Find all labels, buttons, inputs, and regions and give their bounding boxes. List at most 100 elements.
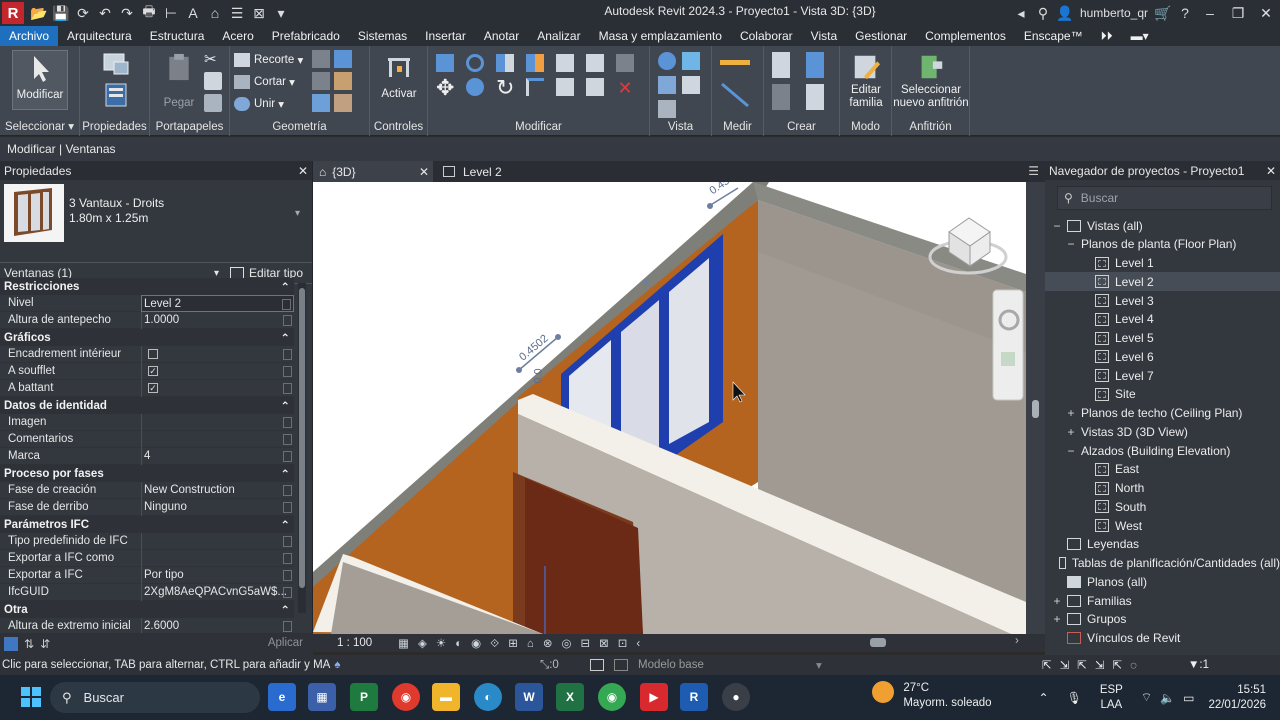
view-scale[interactable]: 1 : 100 — [337, 637, 372, 649]
tab-acero[interactable]: Acero — [213, 26, 262, 46]
demolish-icon[interactable] — [334, 72, 352, 90]
tab-analizar[interactable]: Analizar — [528, 26, 589, 46]
project-icon[interactable]: P — [350, 683, 378, 711]
share-icon[interactable]: ◂ — [1010, 2, 1032, 24]
pin-icon[interactable] — [586, 54, 604, 72]
property-section-header[interactable]: Parámetros IFC ⌃ — [0, 516, 294, 533]
properties-icon[interactable] — [100, 50, 132, 110]
cut-icon[interactable]: ✂ — [204, 50, 222, 68]
text-icon[interactable]: A — [182, 2, 204, 24]
tree-item[interactable]: + Grupos — [1045, 610, 1280, 629]
match-type-icon[interactable] — [204, 94, 222, 112]
property-value[interactable] — [141, 413, 294, 431]
collapse-icon[interactable]: ⌃ — [280, 280, 290, 294]
scroll-right-icon[interactable]: › — [1015, 635, 1019, 647]
property-value[interactable]: 4 — [141, 447, 294, 465]
restore-button[interactable]: ❐ — [1224, 0, 1252, 26]
tab-masa[interactable]: Masa y emplazamiento — [590, 26, 731, 46]
associate-parameter-icon[interactable] — [283, 348, 292, 360]
tree-item[interactable]: Planos (all) — [1045, 572, 1280, 591]
tree-item[interactable]: − Alzados (Building Elevation) — [1045, 441, 1280, 460]
copy-icon[interactable] — [204, 72, 222, 90]
weather-widget[interactable]: 27°C Mayorm. soleado — [872, 681, 992, 711]
tree-item[interactable]: Leyendas — [1045, 535, 1280, 554]
align-icon[interactable] — [436, 54, 454, 72]
dimension-label-3[interactable]: 0.0 — [533, 368, 545, 383]
tree-item[interactable]: Tablas de planificación/Cantidades (all) — [1045, 554, 1280, 573]
tray-expand-icon[interactable]: ⌃ — [1039, 691, 1049, 705]
undo-icon[interactable]: ↶ — [94, 2, 116, 24]
tree-item[interactable]: + Familias — [1045, 591, 1280, 610]
ribbon-toggle-icon[interactable]: ▬▾ — [1122, 26, 1158, 46]
tab-estructura[interactable]: Estructura — [141, 26, 214, 46]
measure-tools-icon[interactable] — [718, 54, 758, 110]
tree-item[interactable]: North — [1045, 479, 1280, 498]
property-section-header[interactable]: Gráficos ⌃ — [0, 329, 294, 346]
tree-item[interactable]: Vínculos de Revit — [1045, 629, 1280, 648]
hammer-icon[interactable] — [334, 94, 352, 112]
associate-parameter-icon[interactable] — [283, 433, 292, 445]
language-indicator[interactable]: ESP LAA — [1100, 683, 1123, 713]
user-name[interactable]: humberto_qr — [1076, 6, 1152, 20]
close-browser-icon[interactable]: ✕ — [1266, 164, 1276, 178]
tree-item[interactable]: Level 2 — [1045, 272, 1280, 292]
expand-icon[interactable]: + — [1051, 594, 1063, 608]
property-value[interactable] — [141, 430, 294, 448]
checkbox-checked[interactable]: ✓ — [148, 382, 158, 393]
redo-icon[interactable]: ↷ — [116, 2, 138, 24]
design-options-icon[interactable] — [590, 659, 604, 671]
property-value[interactable] — [141, 549, 294, 567]
microphone-icon[interactable]: 🎙 — [1067, 691, 1082, 705]
pick-new-host-button[interactable]: Seleccionar nuevo anfitrión — [892, 50, 970, 110]
collapse-icon[interactable]: ⌃ — [280, 467, 290, 481]
property-value[interactable]: New Construction — [141, 481, 294, 499]
paint-icon[interactable] — [334, 50, 352, 68]
viewport-scrollbar[interactable] — [1026, 182, 1045, 634]
mirror-draw-icon[interactable] — [526, 54, 544, 72]
horizontal-scroll-thumb[interactable] — [870, 638, 886, 647]
move-icon[interactable]: ✥ — [436, 77, 454, 99]
model-dropdown-icon[interactable]: ▾ — [816, 658, 822, 672]
revit-taskbar-icon[interactable]: R — [680, 683, 708, 711]
tree-item[interactable]: West — [1045, 516, 1280, 535]
apply-button[interactable]: Aplicar — [268, 637, 303, 649]
sort-az-icon[interactable]: ⇅ — [24, 637, 34, 651]
associate-parameter-icon[interactable] — [283, 569, 292, 581]
close-hidden-icon[interactable]: ⊠ — [248, 2, 270, 24]
cart-icon[interactable]: 🛒 — [1152, 2, 1174, 24]
word-icon[interactable]: W — [515, 683, 543, 711]
tree-item[interactable]: Level 7 — [1045, 366, 1280, 385]
tree-item[interactable]: Level 1 — [1045, 254, 1280, 273]
hide-icon[interactable] — [658, 52, 676, 70]
associate-parameter-icon[interactable] — [283, 382, 292, 394]
windows-start-icon[interactable] — [17, 683, 45, 711]
help-icon[interactable]: ? — [1174, 2, 1196, 24]
save-icon[interactable]: 💾 — [50, 2, 72, 24]
wall-joins-icon[interactable] — [312, 72, 330, 90]
wifi-icon[interactable]: ⌔ — [1141, 690, 1152, 705]
tab-sistemas[interactable]: Sistemas — [349, 26, 416, 46]
collapse-icon[interactable]: − — [1065, 237, 1077, 251]
create-group-icon[interactable] — [772, 84, 790, 110]
scale-icon[interactable] — [586, 78, 604, 96]
sync-icon[interactable]: ⟳ — [72, 2, 94, 24]
unpin-icon[interactable] — [616, 54, 634, 72]
tree-item[interactable]: Level 5 — [1045, 329, 1280, 348]
excel-icon[interactable]: X — [556, 683, 584, 711]
tree-item[interactable]: Level 4 — [1045, 310, 1280, 329]
tab-prefabricado[interactable]: Prefabricado — [263, 26, 349, 46]
vpn-icon[interactable]: ◐ — [474, 683, 502, 711]
create-assembly-icon[interactable] — [806, 52, 824, 78]
property-value[interactable]: Level 2 — [141, 294, 294, 312]
open-icon[interactable]: 📂 — [28, 2, 50, 24]
activate-button[interactable]: Activar — [374, 50, 424, 110]
print-icon[interactable]: 🖶 — [138, 2, 160, 24]
property-value[interactable] — [141, 345, 294, 363]
tab-arquitectura[interactable]: Arquitectura — [58, 26, 141, 46]
measure-icon[interactable]: ⊢ — [160, 2, 182, 24]
chrome-2-icon[interactable]: ◉ — [598, 683, 626, 711]
override-graphics-icon[interactable] — [658, 100, 676, 118]
media-icon[interactable]: ▶ — [640, 683, 668, 711]
tab-gestionar[interactable]: Gestionar — [846, 26, 916, 46]
volume-icon[interactable]: 🔈 — [1160, 691, 1175, 705]
